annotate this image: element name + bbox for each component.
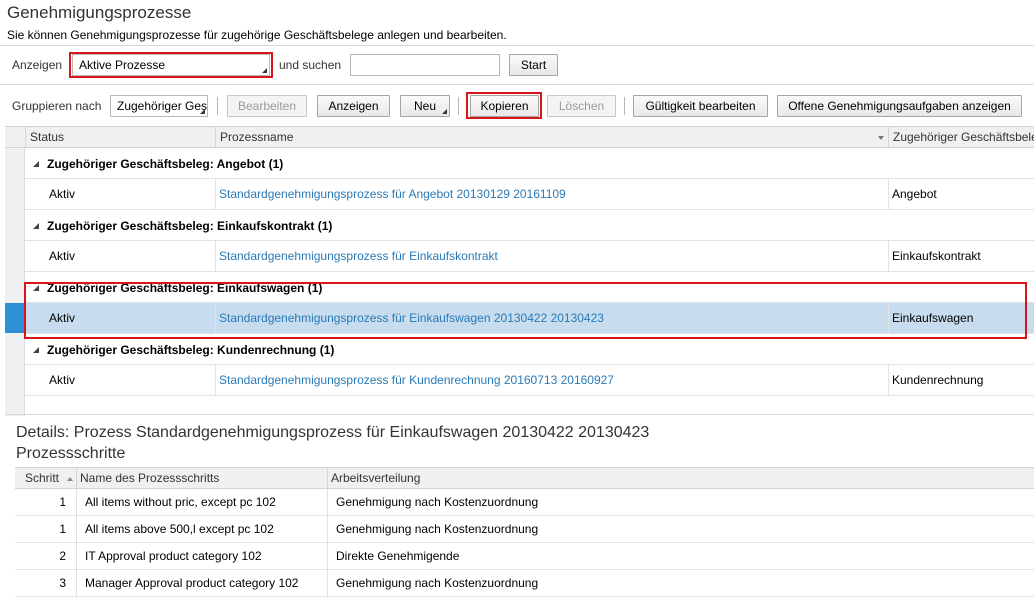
collapse-triangle-icon[interactable] (33, 347, 39, 353)
table-row[interactable]: Aktiv Standardgenehmigungsprozess für Ku… (25, 365, 1034, 396)
start-button[interactable]: Start (509, 54, 558, 76)
edit-validity-button[interactable]: Gültigkeit bearbeiten (633, 95, 768, 117)
column-header-document[interactable]: Zugehöriger Geschäftsbeleg (888, 127, 1034, 148)
column-header-status[interactable]: Status (25, 127, 215, 148)
column-header-step-name[interactable]: Name des Prozessschritts (76, 468, 327, 489)
step-cell: 2 (59, 549, 66, 563)
document-cell: Einkaufskontrakt (892, 249, 981, 263)
group-label: Zugehöriger Geschäftsbeleg: Einkaufswage… (47, 281, 323, 295)
details-title: Details: Prozess Standardgenehmigungspro… (16, 424, 650, 441)
table-row[interactable]: Aktiv Standardgenehmigungsprozess für An… (25, 179, 1034, 210)
status-cell: Aktiv (49, 187, 76, 201)
column-separator (327, 543, 328, 569)
table-row[interactable]: 1 All items above 500,l except pc 102 Ge… (15, 516, 1034, 543)
step-name-cell: All items without pric, except pc 102 (85, 495, 276, 509)
copy-button[interactable]: Kopieren (470, 95, 539, 117)
table-row-selected[interactable]: Aktiv Standardgenehmigungsprozess für Ei… (25, 303, 1034, 334)
new-button-label: Neu (413, 99, 436, 113)
steps-table-header: Schritt Name des Prozessschritts Arbeits… (15, 467, 1034, 489)
step-name-cell: Manager Approval product category 102 (85, 576, 299, 590)
group-label: Zugehöriger Geschäftsbeleg: Angebot (1) (47, 157, 284, 171)
status-cell: Aktiv (49, 373, 76, 387)
column-separator (327, 516, 328, 542)
and-search-label: und suchen (279, 58, 342, 72)
toolbar-separator (217, 97, 218, 115)
process-name-link[interactable]: Standardgenehmigungsprozess für Angebot … (215, 179, 888, 209)
collapse-triangle-icon[interactable] (33, 161, 39, 167)
group-row-angebot[interactable]: Zugehöriger Geschäftsbeleg: Angebot (1) (25, 148, 1034, 179)
document-cell: Angebot (892, 187, 937, 201)
delete-button[interactable]: Löschen (547, 95, 616, 117)
table-header: Status Prozessname Zugehöriger Geschäfts… (5, 126, 1034, 148)
dropdown-caret-icon (262, 68, 267, 73)
steps-title: Prozessschritte (16, 445, 126, 462)
group-row-kundenrechnung[interactable]: Zugehöriger Geschäftsbeleg: Kundenrechnu… (25, 334, 1034, 365)
distribution-cell: Genehmigung nach Kostenzuordnung (336, 495, 539, 509)
column-separator (76, 543, 77, 569)
search-input[interactable] (350, 54, 500, 76)
document-cell: Einkaufswagen (892, 311, 974, 325)
show-select-value: Aktive Prozesse (79, 58, 166, 72)
group-row-einkaufskontrakt[interactable]: Zugehöriger Geschäftsbeleg: Einkaufskont… (25, 210, 1034, 241)
column-header-step-label: Schritt (25, 471, 60, 485)
process-name-link[interactable]: Standardgenehmigungsprozess für Einkaufs… (215, 241, 888, 271)
distribution-cell: Direkte Genehmigende (336, 549, 460, 563)
show-open-tasks-button[interactable]: Offene Genehmigungsaufgaben anzeigen (777, 95, 1022, 117)
status-cell: Aktiv (49, 249, 76, 263)
process-name-link[interactable]: Standardgenehmigungsprozess für Kundenre… (215, 365, 888, 395)
step-name-cell: All items above 500,l except pc 102 (85, 522, 274, 536)
table-bottom-border (5, 414, 1034, 415)
table-row[interactable]: 2 IT Approval product category 102 Direk… (15, 543, 1034, 570)
collapse-triangle-icon[interactable] (33, 223, 39, 229)
show-button[interactable]: Anzeigen (317, 95, 390, 117)
show-label: Anzeigen (12, 58, 63, 72)
group-label: Zugehöriger Geschäftsbeleg: Einkaufskont… (47, 219, 333, 233)
table-row[interactable]: Aktiv Standardgenehmigungsprozess für Ei… (25, 241, 1034, 272)
group-by-select[interactable]: Zugehöriger Geschäftsbeleg (110, 95, 208, 117)
column-separator (327, 489, 328, 515)
column-header-process-name[interactable]: Prozessname (215, 127, 888, 148)
document-cell: Kundenrechnung (892, 373, 984, 387)
toolbar-separator (624, 97, 625, 115)
row-selector-column[interactable] (5, 148, 25, 416)
page-subtitle: Sie können Genehmigungsprozesse für zuge… (7, 28, 507, 42)
distribution-cell: Genehmigung nach Kostenzuordnung (336, 522, 539, 536)
step-cell: 1 (59, 495, 66, 509)
step-cell: 1 (59, 522, 66, 536)
new-button[interactable]: Neu (400, 95, 450, 117)
status-cell: Aktiv (49, 311, 76, 325)
process-name-link[interactable]: Standardgenehmigungsprozess für Einkaufs… (215, 303, 888, 333)
column-header-step[interactable]: Schritt (21, 468, 76, 489)
row-selection-marker[interactable] (5, 303, 25, 333)
distribution-cell: Genehmigung nach Kostenzuordnung (336, 576, 539, 590)
edit-button[interactable]: Bearbeiten (227, 95, 307, 117)
dropdown-caret-icon (442, 109, 447, 114)
group-by-label: Gruppieren nach (12, 99, 102, 113)
column-header-process-name-label: Prozessname (220, 130, 294, 144)
page-title: Genehmigungsprozesse (7, 3, 192, 22)
sort-ascending-icon (67, 476, 74, 481)
column-header-distribution[interactable]: Arbeitsverteilung (327, 468, 727, 489)
column-separator (76, 489, 77, 515)
step-cell: 3 (59, 576, 66, 590)
column-separator (76, 570, 77, 596)
search-divider (0, 84, 1034, 85)
column-separator (327, 570, 328, 596)
table-row[interactable]: 1 All items without pric, except pc 102 … (15, 489, 1034, 516)
step-name-cell: IT Approval product category 102 (85, 549, 262, 563)
dropdown-caret-icon (200, 109, 205, 114)
group-row-einkaufswagen[interactable]: Zugehöriger Geschäftsbeleg: Einkaufswage… (25, 272, 1034, 303)
filter-sort-icon[interactable] (878, 136, 884, 140)
group-label: Zugehöriger Geschäftsbeleg: Kundenrechnu… (47, 343, 335, 357)
table-row[interactable]: 3 Manager Approval product category 102 … (15, 570, 1034, 597)
show-select[interactable]: Aktive Prozesse (72, 54, 270, 76)
processes-table: Status Prozessname Zugehöriger Geschäfts… (5, 126, 1034, 416)
collapse-triangle-icon[interactable] (33, 285, 39, 291)
toolbar-separator (458, 97, 459, 115)
column-separator (76, 516, 77, 542)
header-divider (0, 45, 1034, 46)
group-by-select-value: Zugehöriger Geschäftsbeleg (117, 99, 208, 113)
